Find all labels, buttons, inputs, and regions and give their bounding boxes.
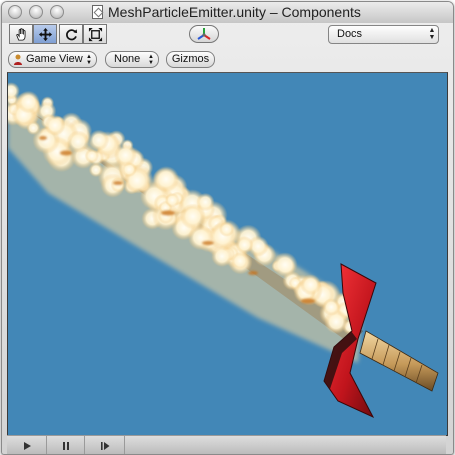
view-dropdown[interactable]: Game View ▲ ▼ [8, 51, 97, 68]
view-dropdown-value: Game View [26, 53, 83, 65]
rotate-tool-button[interactable] [59, 24, 83, 44]
fire-puff [26, 121, 41, 135]
axis-gizmo-icon [197, 28, 211, 40]
flaming-sword-scene [8, 82, 439, 419]
game-viewport[interactable] [7, 72, 448, 436]
minimize-window-button[interactable] [29, 5, 43, 19]
fire-puff [235, 236, 254, 254]
step-icon [100, 441, 109, 450]
step-button[interactable] [85, 436, 125, 454]
unity-window: MeshParticleEmitter.unity – Components D… [1, 1, 454, 455]
pause-button[interactable] [47, 436, 85, 454]
play-icon [23, 441, 31, 450]
fire-puff [187, 224, 214, 251]
hand-tool-button[interactable] [9, 24, 33, 44]
zoom-window-button[interactable] [50, 5, 64, 19]
fire-puff [66, 130, 90, 153]
camera-person-icon [14, 54, 22, 65]
hand-icon [15, 27, 25, 41]
render-mode-dropdown[interactable]: None ▲ ▼ [105, 51, 159, 68]
fire-puff [219, 221, 235, 237]
scene-gizmo-toggle[interactable] [189, 25, 219, 43]
updown-arrows-icon: ▲ ▼ [428, 27, 436, 41]
layout-dropdown[interactable]: Docs ▲ ▼ [328, 25, 439, 44]
rotate-icon [65, 28, 77, 40]
fire-puff [230, 251, 250, 271]
fire-puff [165, 192, 180, 208]
updown-arrows-icon: ▲ ▼ [148, 54, 154, 66]
scale-tool-button[interactable] [83, 24, 107, 44]
fire-puff [84, 148, 99, 163]
fire-puff [211, 245, 233, 267]
fire-puff [322, 298, 341, 316]
scene-toolbar: Docs ▲ ▼ [2, 23, 453, 47]
fire-puff [272, 252, 298, 278]
pause-icon [62, 441, 69, 450]
window-title: MeshParticleEmitter.unity – Components [108, 4, 361, 20]
fire-puff [17, 90, 40, 114]
play-button[interactable] [7, 436, 47, 454]
fire-puff [44, 114, 66, 136]
move-tool-button[interactable] [33, 24, 57, 44]
scale-icon [88, 27, 102, 41]
fire-puff [153, 166, 180, 193]
gizmos-label: Gizmos [171, 53, 210, 65]
render-mode-value: None [114, 53, 141, 65]
gizmos-button[interactable]: Gizmos [166, 51, 215, 68]
move-arrows-icon [38, 27, 52, 41]
fire-puff [88, 129, 110, 151]
fire-particles [8, 82, 361, 335]
updown-arrows-icon: ▲ ▼ [86, 54, 92, 66]
view-control-bar: Game View ▲ ▼ None ▲ ▼ Gizmos [2, 48, 453, 70]
unity-document-icon [92, 5, 103, 19]
fire-puff [300, 274, 322, 296]
playback-bar [7, 435, 446, 454]
close-window-button[interactable] [8, 5, 22, 19]
title-bar[interactable]: MeshParticleEmitter.unity – Components [2, 2, 453, 23]
sword-handle [359, 330, 439, 392]
fire-puff [114, 143, 137, 167]
layout-dropdown-value: Docs [337, 28, 363, 40]
